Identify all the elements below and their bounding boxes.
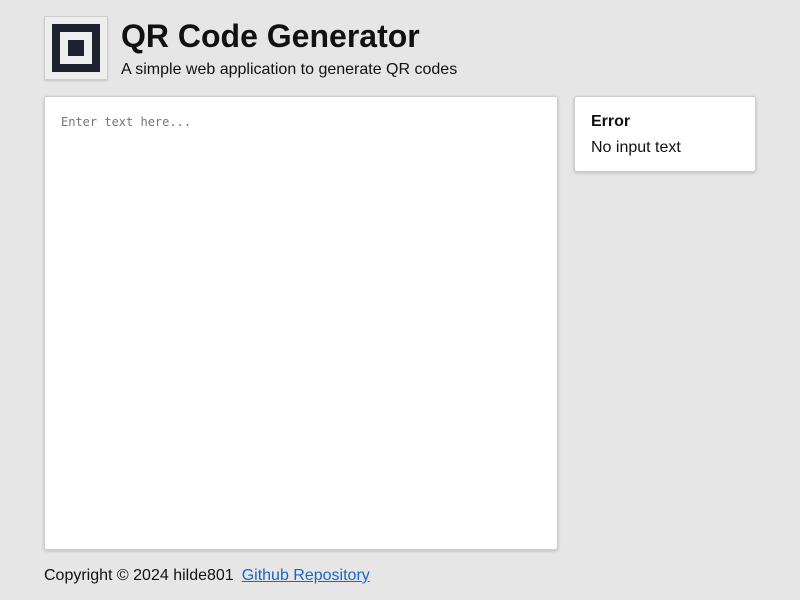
- footer: Copyright © 2024 hilde801 Github Reposit…: [44, 566, 370, 586]
- page-title: QR Code Generator: [121, 18, 420, 54]
- text-input[interactable]: [45, 97, 557, 549]
- page-subtitle: A simple web application to generate QR …: [121, 61, 458, 78]
- error-message: No input text: [591, 139, 681, 156]
- copyright-text: Copyright © 2024 hilde801: [44, 567, 234, 584]
- logo: [44, 16, 108, 80]
- qr-finder-square-icon: [52, 24, 100, 72]
- header: QR Code Generator A simple web applicati…: [44, 16, 457, 80]
- error-panel: Error No input text: [574, 96, 756, 172]
- text-input-panel: [44, 96, 558, 550]
- error-title: Error: [591, 113, 631, 130]
- header-titles: QR Code Generator A simple web applicati…: [121, 16, 457, 80]
- github-repository-link[interactable]: Github Repository: [242, 566, 370, 586]
